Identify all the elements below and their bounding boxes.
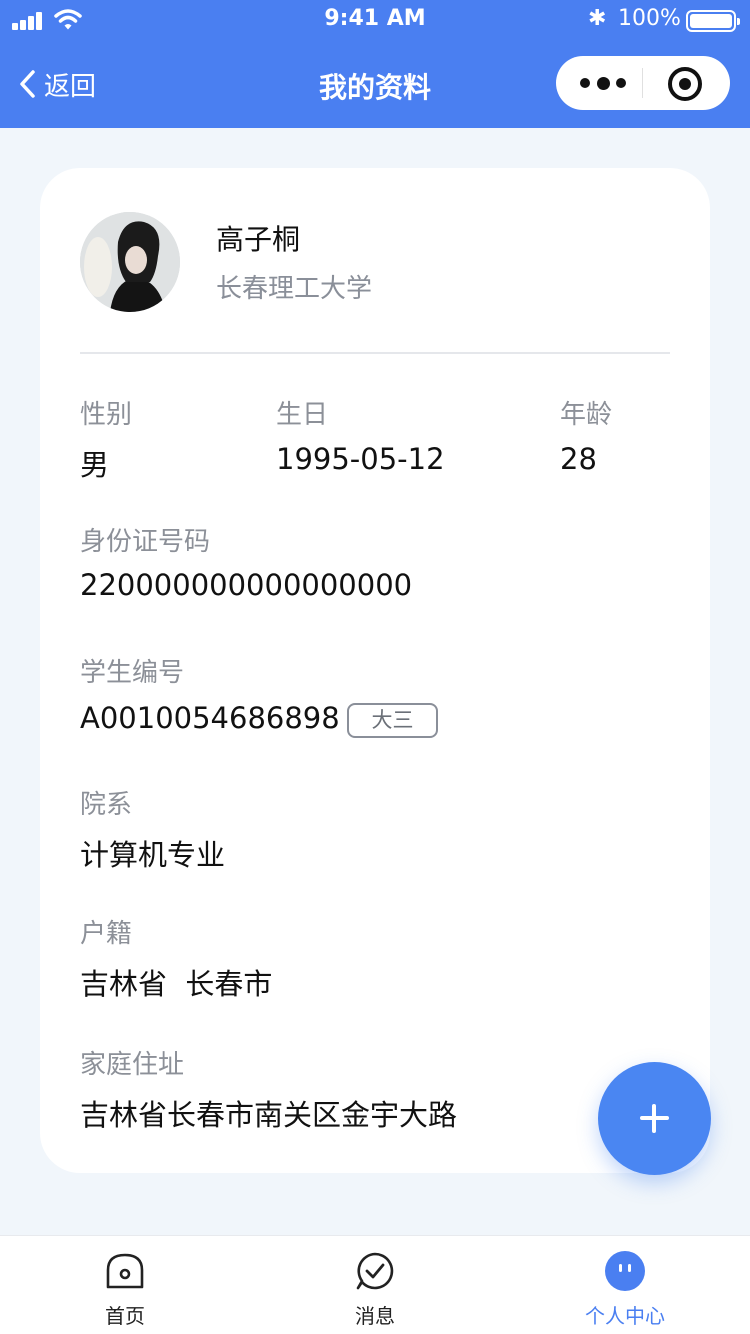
tab-profile[interactable]: 个人中心 [500,1236,750,1334]
avatar [80,212,180,312]
divider [80,352,670,354]
household-value: 吉林省 长春市 [80,967,273,1001]
tab-messages-label: 消息 [355,1304,395,1328]
id-number-label: 身份证号码 [80,527,211,557]
status-bar: 9:41 AM ✱ 100% [0,0,750,44]
department-value: 计算机专业 [80,838,226,872]
nav-bar: 返回 我的资料 [0,44,750,128]
message-check-icon [356,1252,394,1290]
age-value: 28 [560,442,597,476]
id-number-value: 220000000000000000 [80,568,413,602]
household-label: 户籍 [80,919,133,949]
header: 9:41 AM ✱ 100% 返回 我的资料 [0,0,750,128]
tab-profile-label: 个人中心 [585,1304,665,1328]
battery-icon [686,10,740,32]
gender-label: 性别 [80,400,133,430]
birthday-value: 1995-05-12 [276,442,445,476]
grade-badge: 大三 [347,703,438,738]
bluetooth-icon: ✱ [588,6,607,31]
department-label: 院系 [80,790,133,820]
tab-bar: 首页 消息 个人中心 [0,1235,750,1334]
close-target-icon[interactable] [668,67,702,101]
age-label: 年龄 [560,400,613,430]
profile-card: 高子桐 长春理工大学 性别 男 生日 1995-05-12 年龄 28 身份证号… [40,168,710,1173]
capsule-divider [642,68,643,98]
home-icon [106,1253,144,1289]
student-no-label: 学生编号 [80,658,185,688]
address-label: 家庭住址 [80,1050,185,1080]
more-dots-icon[interactable] [580,68,626,98]
add-button[interactable] [598,1062,711,1175]
profile-face-icon [605,1251,645,1291]
mini-program-capsule [556,56,730,110]
user-school: 长春理工大学 [216,274,373,304]
tab-home-label: 首页 [105,1304,145,1328]
tab-home[interactable]: 首页 [0,1236,250,1334]
tab-messages[interactable]: 消息 [250,1236,500,1334]
battery-percent: 100% [618,6,681,31]
address-value: 吉林省长春市南关区金宇大路 [80,1098,458,1132]
user-name: 高子桐 [216,223,301,256]
student-no-value: A0010054686898 [80,701,340,735]
gender-value: 男 [80,448,110,482]
birthday-label: 生日 [276,400,329,430]
